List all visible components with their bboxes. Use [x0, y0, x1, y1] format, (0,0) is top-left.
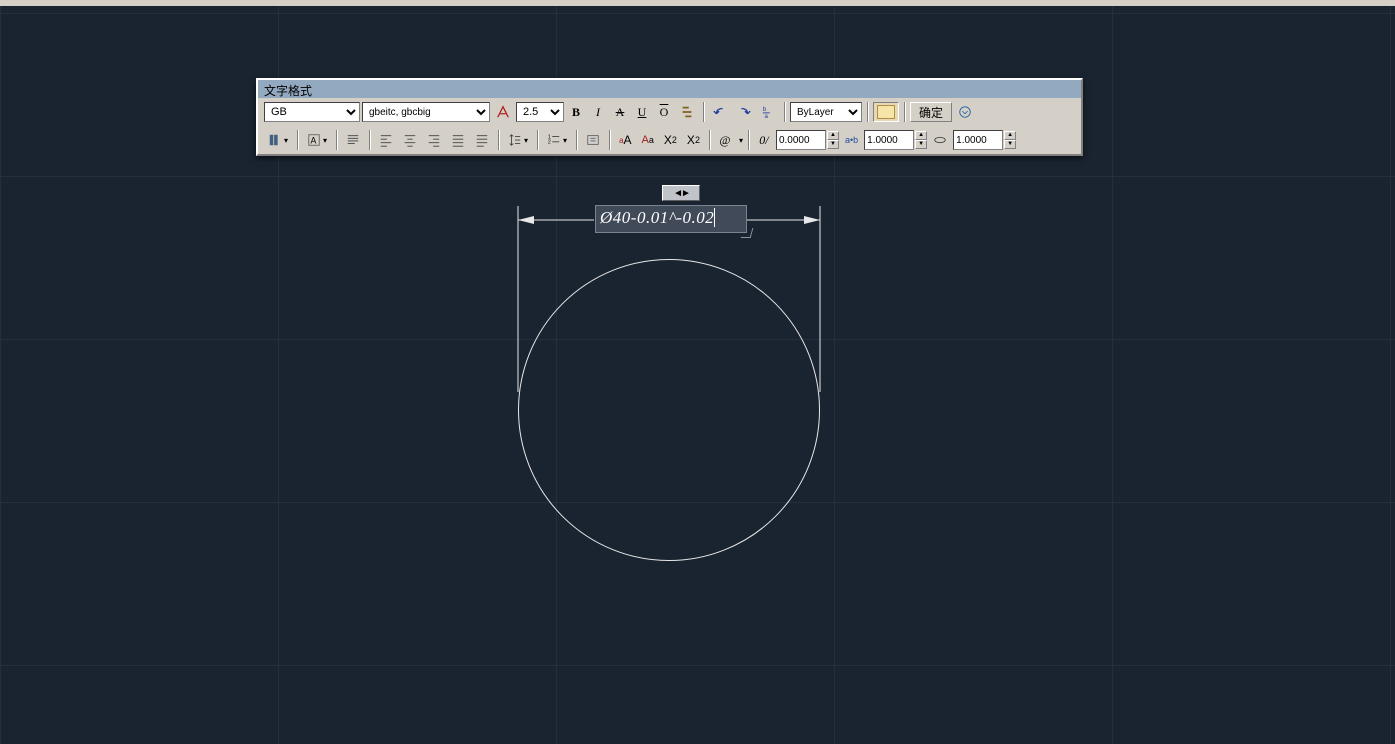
uppercase-button[interactable]: aA: [615, 130, 635, 150]
ruler-icon: [877, 105, 895, 119]
overline-button[interactable]: O: [654, 102, 674, 122]
toolbar-row-1: GB gbeitc, gbcbig 2.5 B I A U O: [258, 98, 1081, 126]
chevron-down-icon: ▾: [739, 136, 743, 145]
spin-up[interactable]: ▲: [827, 131, 839, 140]
align-left-button[interactable]: [375, 130, 397, 150]
divider: [537, 130, 538, 150]
align-distribute-button[interactable]: [471, 130, 493, 150]
divider: [709, 130, 710, 150]
chevron-down-icon: ▾: [323, 136, 327, 145]
divider: [336, 130, 337, 150]
svg-text:2: 2: [548, 140, 551, 146]
divider: [904, 102, 905, 122]
divider: [297, 130, 298, 150]
redo-button[interactable]: [733, 102, 755, 122]
divider: [369, 130, 370, 150]
chevron-down-icon: ▾: [284, 136, 288, 145]
divider: [748, 130, 749, 150]
tracking-input[interactable]: ▲▼: [864, 130, 927, 150]
italic-button[interactable]: I: [588, 102, 608, 122]
text-cursor: [714, 208, 715, 227]
text-corner-grip[interactable]: [741, 228, 754, 238]
paragraph-button[interactable]: [342, 130, 364, 150]
divider: [609, 130, 610, 150]
divider: [498, 130, 499, 150]
insert-field-button[interactable]: [582, 130, 604, 150]
font-select[interactable]: gbeitc, gbcbig: [362, 102, 490, 122]
drawing-canvas[interactable]: ◄► Ø40-0.01^-0.02 文字格式 GB gbeitc, gbcbig…: [0, 6, 1395, 744]
annotative-icon[interactable]: [492, 102, 514, 122]
text-style-select[interactable]: GB: [264, 102, 360, 122]
svg-text:A: A: [311, 136, 317, 146]
confirm-button[interactable]: 确定: [910, 102, 952, 122]
stack-button[interactable]: [676, 102, 698, 122]
stack-fraction-button[interactable]: ba: [757, 102, 779, 122]
undo-button[interactable]: [709, 102, 731, 122]
tracking-label: a•b: [841, 130, 862, 150]
spin-down[interactable]: ▼: [827, 140, 839, 149]
spin-down[interactable]: ▼: [915, 140, 927, 149]
divider: [867, 102, 868, 122]
width-factor-label: [929, 130, 951, 150]
panel-title[interactable]: 文字格式: [258, 80, 1081, 98]
align-center-button[interactable]: [399, 130, 421, 150]
divider: [784, 102, 785, 122]
width-factor-input[interactable]: ▲▼: [953, 130, 1016, 150]
symbol-button[interactable]: @: [715, 130, 735, 150]
svg-text:a: a: [765, 113, 769, 119]
numbering-button[interactable]: 12▾: [543, 130, 571, 150]
svg-text:b: b: [763, 106, 767, 113]
divider: [703, 102, 704, 122]
mtext-editor[interactable]: Ø40-0.01^-0.02: [595, 205, 747, 233]
text-height-select[interactable]: 2.5: [516, 102, 564, 122]
text-width-grip[interactable]: ◄►: [662, 185, 700, 201]
tracking-value[interactable]: [864, 130, 914, 150]
line-spacing-button[interactable]: ▾: [504, 130, 532, 150]
subscript-button[interactable]: X2: [683, 130, 704, 150]
mtext-justify-button[interactable]: A▾: [303, 130, 331, 150]
underline-button[interactable]: U: [632, 102, 652, 122]
align-right-button[interactable]: [423, 130, 445, 150]
oblique-angle-input[interactable]: ▲▼: [776, 130, 839, 150]
options-button[interactable]: [954, 102, 976, 122]
strikethrough-button[interactable]: A: [610, 102, 630, 122]
divider: [576, 130, 577, 150]
chevron-down-icon: ▾: [524, 136, 528, 145]
superscript-button[interactable]: X2: [660, 130, 681, 150]
oblique-value[interactable]: [776, 130, 826, 150]
columns-button[interactable]: ▾: [264, 130, 292, 150]
mtext-content: Ø40-0.01^-0.02: [600, 208, 714, 227]
spin-up[interactable]: ▲: [915, 131, 927, 140]
chevron-down-icon: ▾: [563, 136, 567, 145]
align-justify-button[interactable]: [447, 130, 469, 150]
ruler-toggle[interactable]: [873, 102, 899, 122]
width-factor-value[interactable]: [953, 130, 1003, 150]
circle-entity[interactable]: [518, 259, 820, 561]
spin-down[interactable]: ▼: [1004, 140, 1016, 149]
toolbar-row-2: ▾ A▾ ▾ 12▾: [258, 126, 1081, 154]
lowercase-button[interactable]: Aa: [638, 130, 658, 150]
oblique-angle-label: 0/: [754, 130, 774, 150]
text-format-panel: 文字格式 GB gbeitc, gbcbig 2.5 B I A U O: [256, 78, 1083, 156]
color-select[interactable]: ByLayer: [790, 102, 862, 122]
spin-up[interactable]: ▲: [1004, 131, 1016, 140]
bold-button[interactable]: B: [566, 102, 586, 122]
